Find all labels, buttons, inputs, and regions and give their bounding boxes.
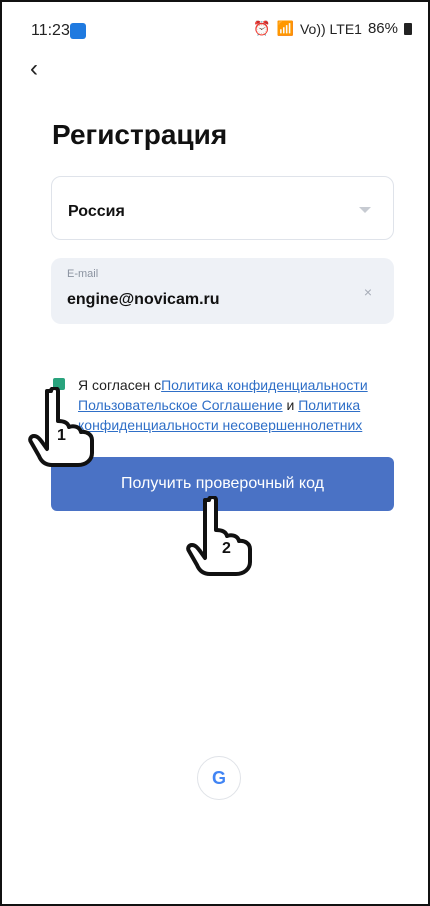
terms-link[interactable]: Пользовательское Соглашение [78, 397, 283, 413]
pointer-number-1: 1 [57, 427, 66, 444]
dropdown-arrow-icon [359, 207, 371, 213]
hand-pointer-icon [186, 495, 252, 576]
pointer-number-2: 2 [222, 540, 231, 557]
status-right: ⏰ 📶 Vo)) LTE1 86% [253, 20, 412, 37]
email-label: E-mail [67, 268, 99, 280]
signal-icon: Vo)) LTE1 [299, 20, 362, 37]
pointer-annotation-1: 1 [28, 386, 98, 472]
pointer-annotation-2: 2 [186, 495, 256, 581]
agreement-text: Я согласен сПолитика конфиденциальности … [78, 375, 394, 435]
alarm-icon: ⏰ [253, 20, 271, 36]
privacy-link[interactable]: Политика конфиденциальности [161, 377, 368, 393]
agreement-block: Я согласен сПолитика конфиденциальности … [53, 375, 394, 435]
country-select[interactable]: Россия [51, 176, 394, 240]
agreement-conj: и [282, 397, 299, 413]
email-field[interactable]: E-mail engine@novicam.ru × [51, 258, 394, 324]
battery-icon [404, 22, 412, 35]
google-login-button[interactable]: G [197, 756, 241, 800]
battery-percent: 86% [367, 20, 398, 37]
back-button[interactable]: ‹ [30, 55, 38, 83]
clear-icon[interactable]: × [364, 284, 372, 300]
app-icon [70, 23, 86, 39]
status-time: 11:23 [31, 22, 70, 39]
status-bar: 11:23 ⏰ 📶 Vo)) LTE1 86% [0, 0, 430, 44]
wifi-icon: 📶 [276, 20, 294, 36]
email-value: engine@novicam.ru [67, 291, 220, 308]
back-icon: ‹ [30, 55, 38, 82]
page-title: Регистрация [52, 119, 228, 150]
google-icon: G [211, 767, 226, 788]
country-value: Россия [68, 203, 125, 220]
